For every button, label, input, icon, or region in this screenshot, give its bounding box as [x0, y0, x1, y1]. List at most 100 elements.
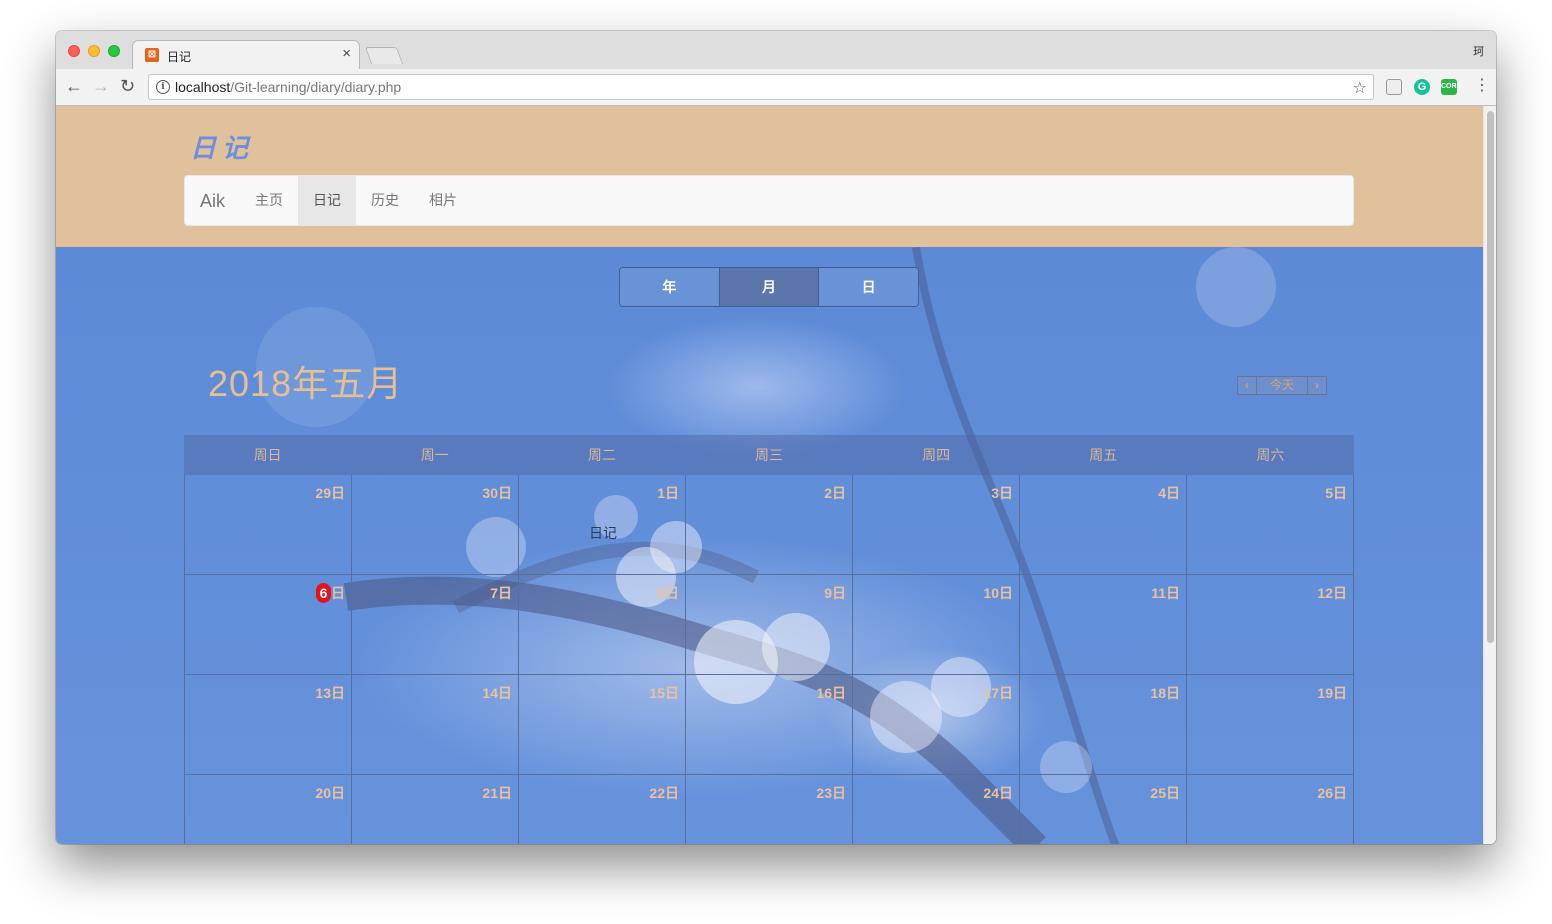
calendar-date-label[interactable]: 9日	[824, 583, 846, 603]
nav-item-history[interactable]: 历史	[356, 176, 414, 225]
calendar-day-cell[interactable]: 11日	[1020, 575, 1187, 675]
new-tab-button[interactable]	[364, 47, 404, 64]
calendar-date-label[interactable]: 11日	[1151, 583, 1180, 603]
info-icon[interactable]: i	[156, 80, 170, 94]
calendar-day-cell[interactable]: 1日日记	[519, 475, 686, 575]
calendar-day-cell[interactable]: 14日	[352, 675, 519, 775]
cors-icon[interactable]: CORS	[1441, 79, 1461, 95]
view-month-button[interactable]: 月	[718, 268, 819, 306]
calendar-date-label[interactable]: 2日	[824, 483, 846, 503]
today-button[interactable]: 今天	[1257, 376, 1307, 395]
calendar-date-label[interactable]: 19日	[1317, 683, 1347, 703]
grammarly-icon[interactable]: G	[1414, 79, 1430, 95]
calendar-day-cell[interactable]: 2日	[686, 475, 853, 575]
calendar-day-cell[interactable]: 10日	[853, 575, 1020, 675]
date-suffix: 日	[1166, 685, 1180, 701]
calendar-day-cell[interactable]: 13日	[185, 675, 352, 775]
calendar-day-cell[interactable]: 30日	[352, 475, 519, 575]
calendar-date-label[interactable]: 3日	[991, 483, 1013, 503]
browser-tab[interactable]: ⊠ 日记 ×	[132, 40, 360, 69]
reload-icon[interactable]: ↻	[120, 77, 135, 95]
date-suffix: 日	[665, 685, 679, 701]
view-year-button[interactable]: 年	[620, 268, 719, 306]
calendar-event[interactable]: 日记	[589, 523, 617, 543]
chevron-right-icon[interactable]: ›	[1307, 376, 1327, 395]
calendar-date-label[interactable]: 24日	[983, 783, 1013, 803]
date-suffix: 日	[1166, 485, 1180, 501]
maximize-window-button[interactable]	[108, 45, 120, 57]
calendar-day-cell[interactable]: 6日	[185, 575, 352, 675]
url-path: /Git-learning/diary/diary.php	[230, 79, 402, 95]
calendar-day-cell[interactable]: 19日	[1187, 675, 1354, 775]
page-scrollbar[interactable]	[1483, 106, 1496, 844]
date-suffix: 日	[832, 685, 846, 701]
close-window-button[interactable]	[68, 45, 80, 57]
calendar-date-label[interactable]: 22日	[649, 783, 679, 803]
calendar-day-cell[interactable]: 8日	[519, 575, 686, 675]
calendar-day-cell[interactable]: 17日	[853, 675, 1020, 775]
calendar-date-label[interactable]: 10日	[983, 583, 1013, 603]
calendar-day-cell[interactable]: 12日	[1187, 575, 1354, 675]
date-suffix: 日	[1333, 585, 1347, 601]
back-arrow-icon[interactable]: ←	[65, 77, 83, 95]
calendar-date-label[interactable]: 4日	[1158, 483, 1180, 503]
bookmark-star-icon[interactable]: ☆	[1353, 78, 1367, 98]
calendar-date-label[interactable]: 25日	[1150, 783, 1180, 803]
nav-item-photos[interactable]: 相片	[414, 176, 472, 225]
nav-item-home[interactable]: 主页	[240, 176, 298, 225]
calendar-day-cell[interactable]: 26日	[1187, 775, 1354, 844]
calendar-date-label[interactable]: 21日	[482, 783, 512, 803]
calendar-date-label[interactable]: 6日	[316, 583, 345, 603]
calendar-date-label[interactable]: 13日	[315, 683, 345, 703]
calendar-day-cell[interactable]: 20日	[185, 775, 352, 844]
calendar-day-cell[interactable]: 5日	[1187, 475, 1354, 575]
calendar-day-cell[interactable]: 7日	[352, 575, 519, 675]
minimize-window-button[interactable]	[88, 45, 100, 57]
calendar-day-cell[interactable]: 21日	[352, 775, 519, 844]
calendar-date-label[interactable]: 8日	[657, 583, 679, 603]
calendar-date-label[interactable]: 23日	[816, 783, 846, 803]
menu-dots-icon[interactable]: ⋮	[1474, 77, 1490, 95]
calendar-date-label[interactable]: 16日	[816, 683, 846, 703]
calendar-date-label[interactable]: 17日	[983, 683, 1013, 703]
date-suffix: 日	[832, 785, 846, 801]
calendar-day-cell[interactable]: 3日	[853, 475, 1020, 575]
calendar-day-cell[interactable]: 22日	[519, 775, 686, 844]
calendar-day-cell[interactable]: 24日	[853, 775, 1020, 844]
date-suffix: 日	[999, 785, 1013, 801]
calendar-date-label[interactable]: 20日	[315, 783, 345, 803]
url-text[interactable]: localhost/Git-learning/diary/diary.php	[175, 80, 401, 95]
scrollbar-thumb[interactable]	[1487, 111, 1494, 643]
browser-window: ⊠ 日记 × 珂 ← → ↻ i localhost/Git-learning/…	[56, 31, 1496, 844]
nav-item-diary[interactable]: 日记	[298, 176, 356, 225]
calendar-date-label[interactable]: 29日	[315, 483, 345, 503]
calendar-date-label[interactable]: 30日	[482, 483, 512, 503]
calendar-day-cell[interactable]: 23日	[686, 775, 853, 844]
chevron-left-icon[interactable]: ‹	[1237, 376, 1257, 395]
calendar-date-label[interactable]: 7日	[490, 583, 512, 603]
calendar-date-label[interactable]: 18日	[1150, 683, 1180, 703]
date-number: 21	[482, 785, 498, 801]
site-header: 日记 Aik 主页 日记 历史 相片	[56, 106, 1483, 247]
profile-name[interactable]: 珂	[1473, 43, 1484, 59]
view-day-button[interactable]: 日	[818, 268, 918, 306]
date-number: 13	[315, 685, 331, 701]
tab-close-icon[interactable]: ×	[342, 46, 351, 62]
calendar-day-cell[interactable]: 18日	[1020, 675, 1187, 775]
calendar-day-cell[interactable]: 15日	[519, 675, 686, 775]
shield-extension-icon[interactable]	[1386, 79, 1402, 95]
calendar-date-label[interactable]: 15日	[649, 683, 679, 703]
address-bar[interactable]: i localhost/Git-learning/diary/diary.php…	[148, 74, 1374, 100]
calendar-date-label[interactable]: 14日	[482, 683, 512, 703]
calendar-date-label[interactable]: 1日	[657, 483, 679, 503]
calendar-day-cell[interactable]: 29日	[185, 475, 352, 575]
calendar-day-cell[interactable]: 16日	[686, 675, 853, 775]
calendar-day-cell[interactable]: 4日	[1020, 475, 1187, 575]
calendar-day-cell[interactable]: 9日	[686, 575, 853, 675]
forward-arrow-icon[interactable]: →	[92, 77, 110, 95]
navbar-brand[interactable]: Aik	[200, 191, 225, 212]
calendar-date-label[interactable]: 26日	[1317, 783, 1347, 803]
calendar-date-label[interactable]: 12日	[1317, 583, 1347, 603]
calendar-day-cell[interactable]: 25日	[1020, 775, 1187, 844]
calendar-date-label[interactable]: 5日	[1325, 483, 1347, 503]
